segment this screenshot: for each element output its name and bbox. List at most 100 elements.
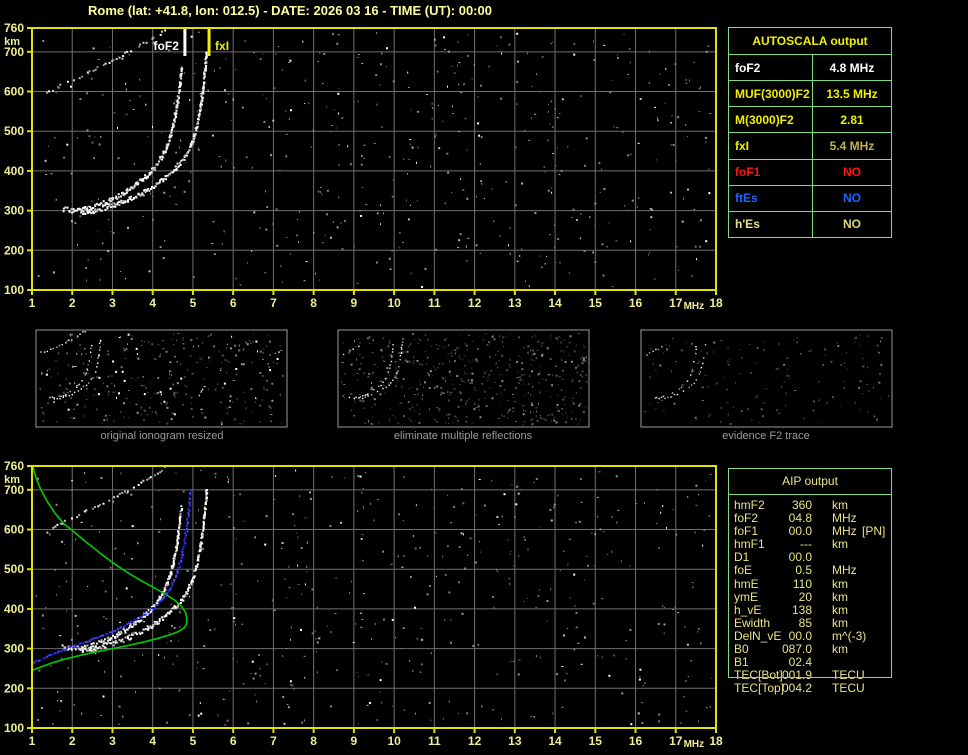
thumbnail-caption-dereflected: eliminate multiple reflections: [393, 430, 533, 442]
param-value: NO: [843, 217, 861, 232]
x-tick-label: 10: [387, 734, 401, 748]
param-value: NO: [843, 165, 861, 180]
x-tick-label: 2: [69, 296, 76, 310]
param-label: ftEs: [729, 185, 813, 211]
marker-label-fof2: foF2: [154, 39, 180, 53]
param-note: [PN]: [862, 524, 886, 539]
y-axis-unit: km: [4, 474, 20, 486]
autoscala-table-body: foF2 4.8 MHz MUF(3000)F2 13.5 MHz M(3000)F2 2…: [729, 54, 891, 237]
param-unit: km: [832, 537, 848, 552]
table-row: foF2 4.8 MHz: [729, 54, 891, 81]
x-tick-label: 13: [508, 296, 522, 310]
aip-output-table: AIP output hmF2 360 km foF2 04.8 MHz foF1 00.0 M…: [728, 468, 892, 695]
x-axis-unit: MHz: [684, 301, 705, 312]
thumbnail-f2-evidence: [640, 329, 893, 428]
table-row: foF1 NO: [729, 158, 891, 185]
param-value: 360: [791, 498, 812, 512]
thumbnail-dereflected: [337, 329, 590, 428]
param-value: 04.8: [788, 511, 812, 526]
x-tick-label: 9: [351, 296, 358, 310]
table-row: ftEs NO: [729, 184, 891, 211]
y-tick-label: 100: [4, 721, 24, 735]
param-unit: km: [832, 576, 848, 591]
table-row: hmE 110 km: [728, 576, 892, 591]
param-unit: MHz: [832, 511, 857, 526]
top-ionogram-plot: 760700600500400300200100km1 2 3 4 5 6 7 8 9 10 11 1…: [4, 21, 723, 312]
x-tick-label: 11: [428, 296, 441, 310]
y-tick-label: 300: [4, 204, 24, 218]
table-row: h'Es NO: [729, 210, 891, 237]
param-label: foF2: [734, 511, 759, 526]
param-value: NO: [843, 191, 861, 206]
autoscala-window: { "title": "Rome (lat: +41.8, lon: 012.5…: [0, 0, 968, 755]
x-tick-label: 8: [310, 296, 317, 310]
bottom-profile-plot: 760700600500400300200100km1 2 3 4 5 6 7 8 9 10 11 1…: [4, 459, 723, 750]
param-label: D1: [734, 550, 750, 565]
param-label: h_vE: [734, 602, 762, 617]
y-tick-label: 400: [4, 164, 24, 178]
param-unit: MHz: [832, 563, 857, 578]
x-tick-label: 3: [109, 296, 116, 310]
x-tick-label: 1: [29, 296, 36, 310]
x-tick-label: 17: [669, 734, 683, 748]
y-tick-label: 500: [4, 562, 24, 576]
y-tick-label: 500: [4, 124, 24, 138]
param-value: 00.0: [788, 628, 812, 643]
param-value: ---: [800, 537, 812, 552]
x-tick-label: 17: [669, 296, 683, 310]
param-value: 0.5: [795, 563, 812, 578]
param-label: MUF(3000)F2: [729, 81, 813, 107]
x-tick-label: 15: [589, 734, 603, 748]
param-value: 4.8 MHz: [829, 60, 875, 75]
thumbnail-caption-f2-evidence: evidence F2 trace: [722, 430, 810, 442]
param-value: 5.4 MHz: [829, 138, 875, 153]
x-tick-label: 12: [468, 734, 482, 748]
x-tick-label: 13: [508, 734, 522, 748]
table-row: fxI 5.4 MHz: [729, 132, 891, 159]
y-tick-label: 600: [4, 85, 24, 99]
param-label: ymE: [734, 589, 758, 604]
param-label: B1: [734, 655, 749, 670]
param-label: fxI: [729, 133, 813, 159]
param-value: 138: [791, 602, 812, 617]
y-tick-label: 400: [4, 602, 24, 616]
param-label: hmF1: [734, 537, 765, 552]
y-tick-label: 100: [4, 283, 24, 297]
x-tick-label: 14: [548, 734, 562, 748]
x-tick-label: 7: [270, 734, 277, 748]
aip-table-body: hmF2 360 km foF2 04.8 MHz foF1 00.0 MHz [PN] hmF1 -…: [728, 499, 892, 695]
y-tick-label: 200: [4, 681, 24, 695]
x-tick-label: 5: [190, 734, 197, 748]
table-row: MUF(3000)F2 13.5 MHz: [729, 80, 891, 107]
param-unit: m^(-3): [832, 628, 867, 643]
param-value: 20: [798, 589, 812, 604]
x-tick-label: 12: [468, 296, 482, 310]
param-value: 00.0: [788, 524, 812, 539]
x-tick-label: 16: [629, 734, 643, 748]
x-tick-label: 2: [69, 734, 76, 748]
y-tick-label: 300: [4, 642, 24, 656]
param-label: foF1: [729, 159, 813, 185]
x-tick-label: 6: [230, 296, 237, 310]
x-tick-label: 10: [387, 296, 401, 310]
param-value: 001.9: [781, 668, 812, 683]
param-label: foF1: [734, 524, 759, 539]
table-row: M(3000)F2 2.81: [729, 106, 891, 133]
y-tick-label: 600: [4, 523, 24, 537]
x-tick-label: 6: [230, 734, 237, 748]
param-label: M(3000)F2: [729, 107, 813, 133]
param-value: 85: [798, 615, 812, 630]
param-value: 00.0: [788, 550, 812, 565]
param-value: 02.4: [788, 655, 812, 670]
x-tick-label: 1: [29, 734, 36, 748]
x-tick-label: 18: [709, 296, 723, 310]
param-unit: km: [832, 615, 848, 630]
marker-label-fxi: fxI: [215, 39, 229, 53]
x-tick-label: 4: [149, 296, 156, 310]
param-unit: km: [832, 589, 848, 604]
x-tick-label: 16: [629, 296, 643, 310]
param-unit: TECU: [832, 681, 865, 696]
param-unit: km: [832, 642, 848, 657]
param-label: hmF2: [734, 498, 765, 512]
table-row: ymE 20 km: [728, 589, 892, 604]
